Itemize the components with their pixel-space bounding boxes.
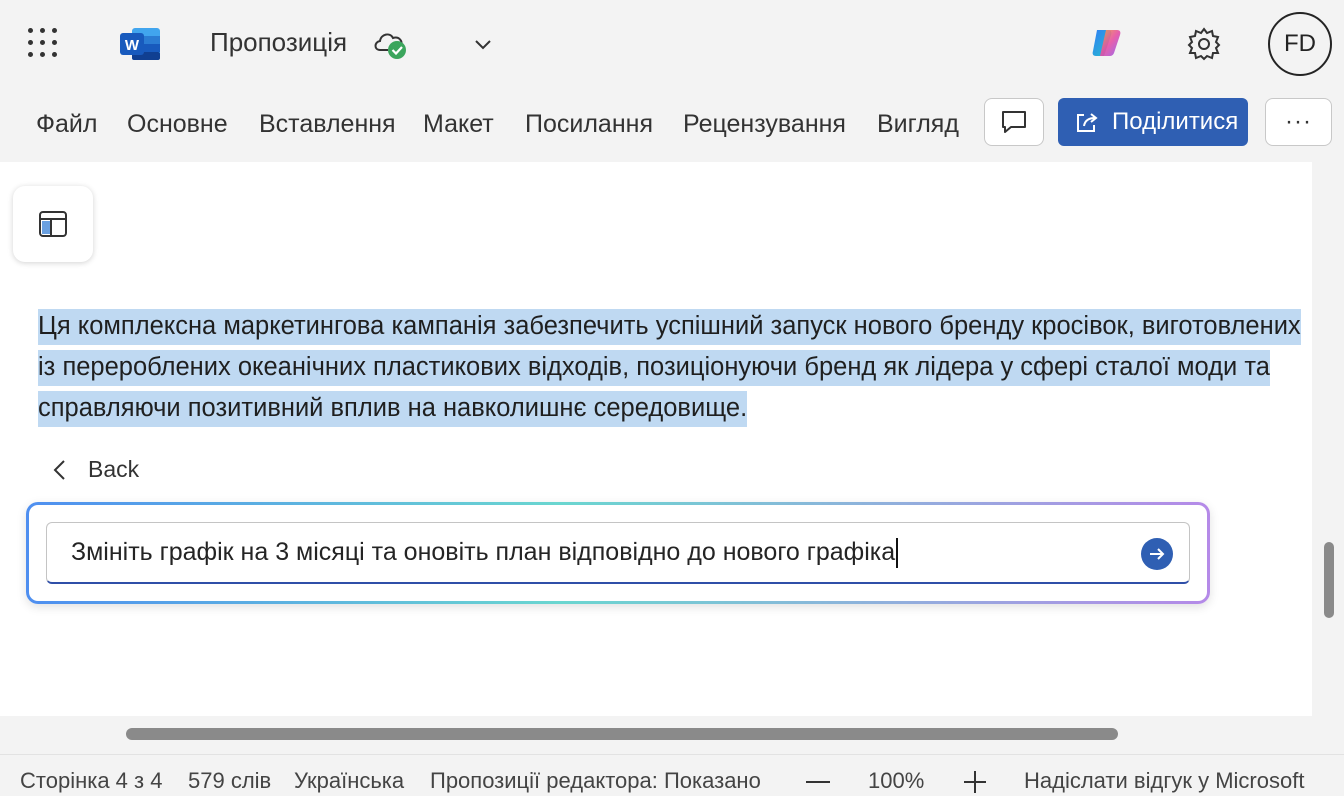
comments-button[interactable] <box>984 98 1044 146</box>
word-logo-icon: W <box>120 28 160 60</box>
back-button[interactable]: Back <box>52 456 139 483</box>
tab-layout[interactable]: Макет <box>423 110 494 139</box>
svg-text:W: W <box>125 37 140 54</box>
vertical-scrollbar-thumb[interactable] <box>1324 542 1334 618</box>
zoom-level[interactable]: 100% <box>868 768 924 794</box>
app-launcher-icon[interactable] <box>28 28 60 60</box>
selected-paragraph-text: Ця комплексна маркетингова кампанія забе… <box>38 309 1301 427</box>
page-count[interactable]: Сторінка 4 з 4 <box>20 768 162 794</box>
chevron-down-icon[interactable] <box>472 34 494 54</box>
cloud-saved-icon <box>374 33 406 59</box>
copilot-prompt-box: Змініть графік на 3 місяці та оновіть пл… <box>26 502 1210 604</box>
horizontal-scrollbar-thumb[interactable] <box>126 728 1118 740</box>
word-count[interactable]: 579 слів <box>188 768 271 794</box>
tab-home[interactable]: Основне <box>127 110 228 139</box>
ribbon-tabs: Файл Основне Вставлення Макет Посилання … <box>0 88 1344 160</box>
vertical-scrollbar-track <box>1314 162 1344 716</box>
navigation-pane-icon <box>39 211 67 237</box>
share-button-label: Поділитися <box>1112 108 1239 135</box>
comment-icon <box>1002 111 1026 133</box>
tab-references[interactable]: Посилання <box>525 110 653 139</box>
status-bar: Сторінка 4 з 4 579 слів Українська Пропо… <box>0 754 1344 796</box>
send-button[interactable] <box>1141 538 1173 570</box>
language-indicator[interactable]: Українська <box>294 768 404 794</box>
user-avatar[interactable]: FD <box>1268 12 1332 76</box>
share-button[interactable]: Поділитися <box>1058 98 1248 146</box>
zoom-out-button[interactable] <box>806 781 830 783</box>
gear-icon[interactable] <box>1186 26 1222 62</box>
prompt-input-text: Змініть графік на 3 місяці та оновіть пл… <box>71 538 896 566</box>
share-icon <box>1077 113 1098 132</box>
prompt-input[interactable]: Змініть графік на 3 місяці та оновіть пл… <box>46 522 1190 584</box>
tab-review[interactable]: Рецензування <box>683 110 846 139</box>
arrow-right-icon <box>1150 548 1165 560</box>
tab-view[interactable]: Вигляд <box>877 110 959 139</box>
tab-insert[interactable]: Вставлення <box>259 110 396 139</box>
back-label: Back <box>88 456 140 482</box>
tab-file[interactable]: Файл <box>36 110 97 139</box>
text-caret <box>896 537 899 568</box>
document-title[interactable]: Пропозиція <box>210 27 347 58</box>
chevron-left-icon <box>53 459 65 480</box>
editor-suggestions[interactable]: Пропозиції редактора: Показано <box>430 768 761 794</box>
zoom-in-button[interactable] <box>962 769 988 795</box>
more-options-button[interactable]: ··· <box>1265 98 1332 146</box>
title-bar: W Пропозиція FD <box>0 0 1344 88</box>
navigation-pane-button[interactable] <box>13 186 93 262</box>
feedback-link[interactable]: Надіслати відгук у Microsoft <box>1024 768 1304 794</box>
selected-paragraph[interactable]: Ця комплексна маркетингова кампанія забе… <box>38 306 1308 429</box>
copilot-icon[interactable] <box>1088 26 1126 60</box>
document-canvas[interactable]: Ця комплексна маркетингова кампанія забе… <box>0 162 1312 716</box>
